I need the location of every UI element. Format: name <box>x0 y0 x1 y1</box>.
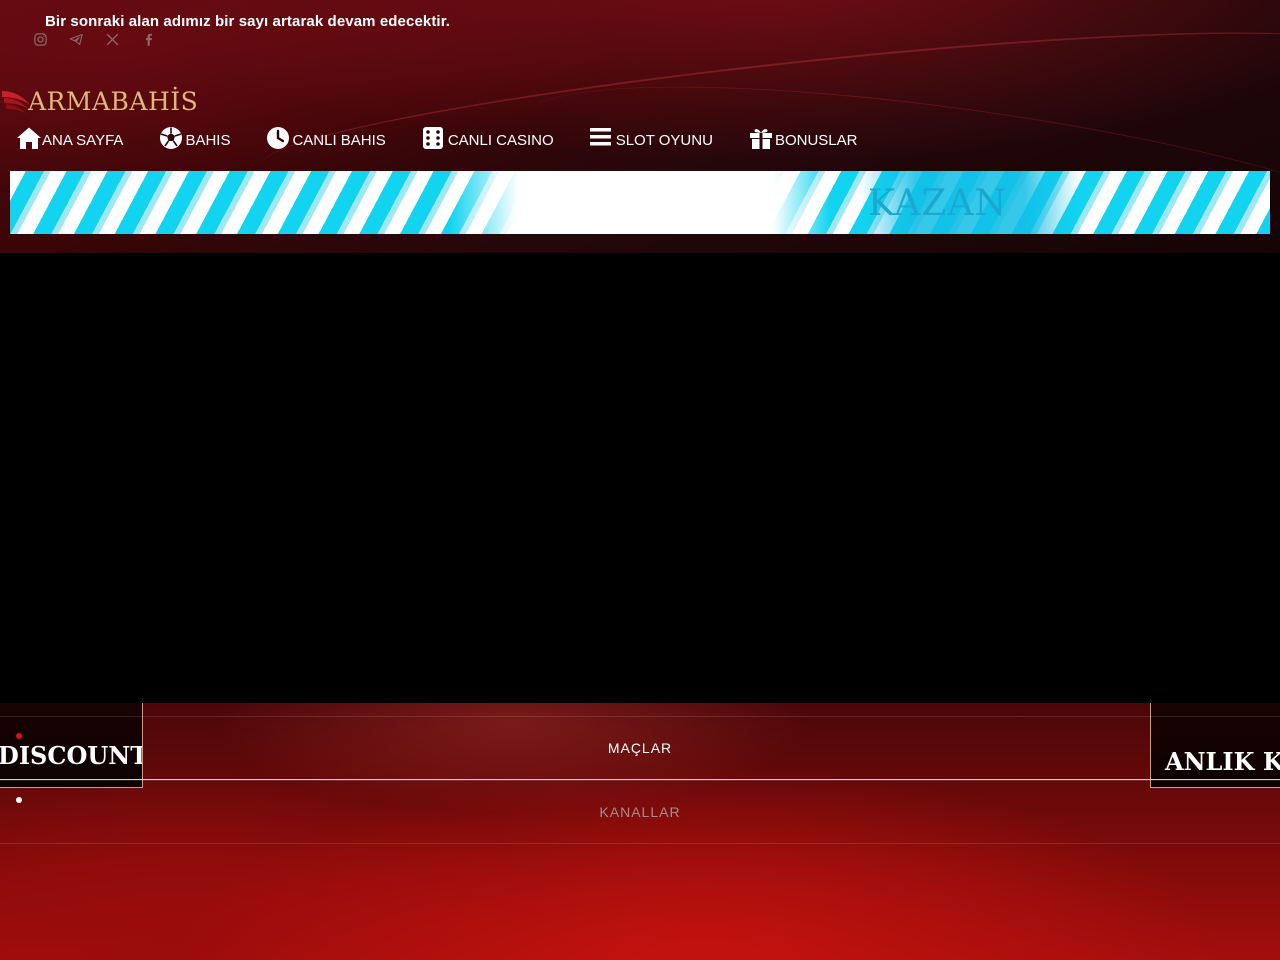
tab-kanallar[interactable]: KANALLAR <box>0 780 1280 844</box>
promo-banner[interactable]: KAZAN <box>10 171 1270 234</box>
video-player[interactable] <box>0 253 1280 703</box>
nav-item-label: CANLI BAHIS <box>292 132 386 149</box>
nav-item-label: SLOT OYUNU <box>615 132 713 149</box>
social-links <box>32 31 156 47</box>
dice-icon <box>422 127 443 149</box>
active-dot-icon <box>16 733 22 739</box>
banner-highlight <box>450 171 830 234</box>
logo-text: ARMABAHİS <box>28 86 199 116</box>
nav-item-canli-bahis[interactable]: CANLI BAHIS <box>266 126 386 150</box>
nav-item-label: CANLI CASINO <box>447 132 554 149</box>
nav-item-ana-sayfa[interactable]: ANA SAYFA <box>16 126 123 150</box>
tab-maclar[interactable]: MAÇLAR <box>0 716 1280 780</box>
nav-item-label: BONUSLAR <box>774 132 858 149</box>
inactive-dot-icon <box>16 797 22 803</box>
clock-icon <box>267 127 290 149</box>
nav-item-bonuslar[interactable]: BONUSLAR <box>749 126 858 150</box>
nav-item-label: BAHIS <box>185 132 231 149</box>
nav-item-canli-casino[interactable]: CANLI CASINO <box>422 126 554 150</box>
instagram-icon[interactable] <box>32 31 48 47</box>
nav-item-label: ANA SAYFA <box>42 132 124 149</box>
match-tabs: MAÇLAR KANALLAR <box>0 716 1280 844</box>
facebook-icon[interactable] <box>140 31 156 47</box>
banner-text: KAZAN <box>868 183 1007 224</box>
x-icon[interactable] <box>104 31 120 47</box>
home-icon <box>17 127 41 149</box>
soccer-ball-icon <box>160 127 183 149</box>
telegram-icon[interactable] <box>68 31 84 47</box>
domain-notice: Bir sonraki alan adımız bir sayı artarak… <box>45 13 451 30</box>
tab-label: KANALLAR <box>599 804 681 820</box>
main-nav: ANA SAYFA BAHIS CANLI BAHIS CANLI CASINO… <box>16 126 893 150</box>
menu-icon <box>589 128 611 146</box>
site-logo[interactable]: ARMABAHİS <box>0 84 198 118</box>
nav-item-slot-oyunu[interactable]: SLOT OYUNU <box>589 126 713 150</box>
gift-icon <box>749 129 772 149</box>
tab-label: MAÇLAR <box>607 740 673 756</box>
nav-item-bahis[interactable]: BAHIS <box>159 126 230 150</box>
